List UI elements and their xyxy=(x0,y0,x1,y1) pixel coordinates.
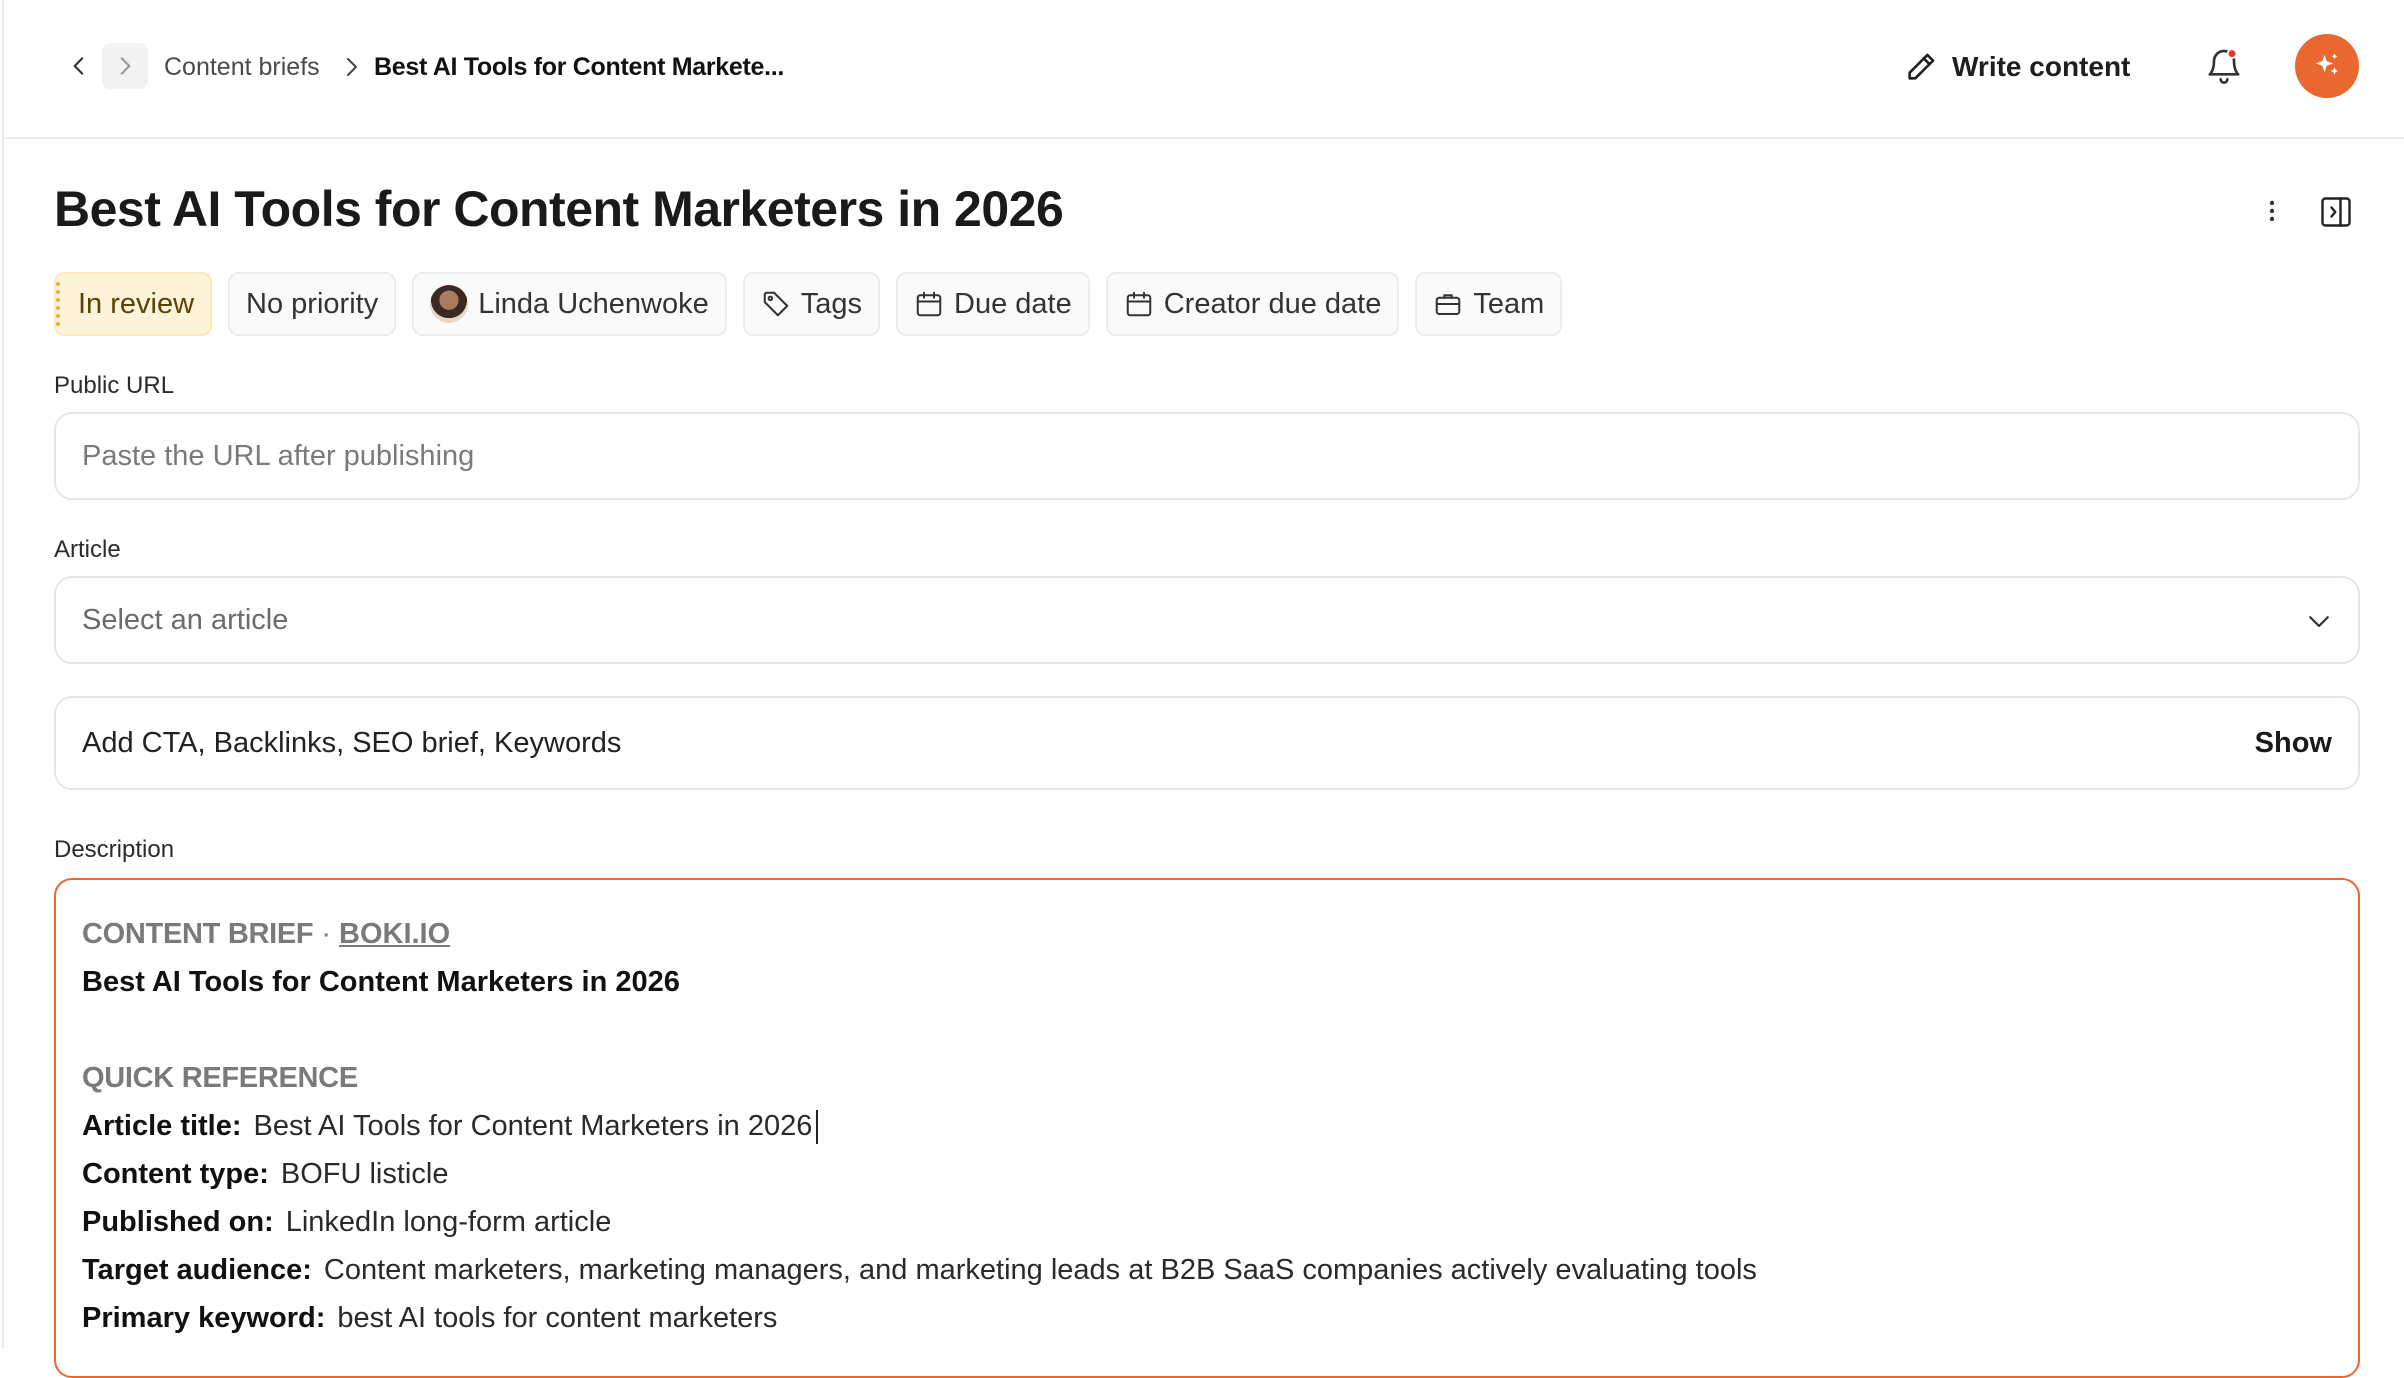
public-url-field[interactable] xyxy=(54,412,2360,500)
public-url-label: Public URL xyxy=(54,372,175,399)
forward-button[interactable] xyxy=(102,43,148,89)
tags-label: Tags xyxy=(800,287,863,320)
field-value: LinkedIn long-form article xyxy=(285,1206,612,1238)
sparkle-icon xyxy=(2315,53,2339,75)
field-primary-keyword: Primary keyword: best AI tools for conten… xyxy=(82,1294,2332,1342)
chevron-right-icon xyxy=(120,57,131,75)
status-label: In review xyxy=(78,287,195,320)
app-window: Content briefs Best AI Tools for Content… xyxy=(2,0,2404,1378)
status-chip[interactable]: In review xyxy=(54,272,213,336)
article-select[interactable]: Select an article xyxy=(54,576,2360,664)
creator-due-date-label: Creator due date xyxy=(1163,287,1382,320)
pencil-icon xyxy=(1908,53,1935,80)
avatar xyxy=(430,285,469,323)
field-value: Content marketers, marketing managers, a… xyxy=(323,1254,1757,1286)
brief-properties: In review No priority Linda Uchenwoke Ta… xyxy=(54,272,1563,336)
field-key: Published on: xyxy=(82,1206,274,1238)
kebab-icon[interactable] xyxy=(2262,196,2282,226)
kicker-separator: · xyxy=(321,918,331,950)
briefcase-icon xyxy=(1436,294,1461,315)
field-article-title: Article title: Best AI Tools for Content … xyxy=(82,1102,2332,1150)
field-key: Target audience: xyxy=(82,1254,312,1286)
field-content-type: Content type: BOFU listicle xyxy=(82,1150,2332,1198)
section-heading: QUICK REFERENCE xyxy=(82,1062,358,1094)
breadcrumb-separator-icon xyxy=(347,58,357,76)
priority-label: No priority xyxy=(246,287,379,320)
field-key: Article title: xyxy=(82,1110,242,1142)
extras-show-button[interactable]: Show xyxy=(2255,727,2332,760)
breadcrumb-parent[interactable]: Content briefs xyxy=(164,50,320,84)
ai-assistant-button[interactable] xyxy=(2295,34,2359,98)
assignee-name: Linda Uchenwoke xyxy=(478,287,709,320)
chevron-down-icon xyxy=(2309,616,2329,628)
tag-icon xyxy=(763,291,788,317)
panel-toggle-icon[interactable] xyxy=(2318,194,2354,230)
top-bar: Content briefs Best AI Tools for Content… xyxy=(4,0,2404,139)
write-content-button[interactable]: Write content xyxy=(1904,40,2130,94)
team-label: Team xyxy=(1473,287,1545,320)
field-key: Primary keyword: xyxy=(82,1302,326,1334)
brief-kicker: CONTENT BRIEF · BOKI.IO xyxy=(82,910,2332,958)
creator-due-date-chip[interactable]: Creator due date xyxy=(1105,272,1400,336)
field-published-on: Published on: LinkedIn long-form article xyxy=(82,1198,2332,1246)
bell-icon[interactable] xyxy=(2204,46,2244,86)
field-key: Content type: xyxy=(82,1158,269,1190)
text-cursor xyxy=(816,1110,819,1145)
write-content-label: Write content xyxy=(1952,51,2131,82)
page-title: Best AI Tools for Content Marketers in 2… xyxy=(54,181,1064,237)
breadcrumb-current: Best AI Tools for Content Markete... xyxy=(374,53,785,81)
brief-heading: Best AI Tools for Content Marketers in 2… xyxy=(82,966,680,998)
team-chip[interactable]: Team xyxy=(1415,272,1563,336)
field-value: BOFU listicle xyxy=(280,1158,449,1190)
chevron-left-icon xyxy=(73,57,84,75)
field-target-audience: Target audience: Content marketers, marke… xyxy=(82,1246,2332,1294)
kicker-link[interactable]: BOKI.IO xyxy=(339,918,450,950)
due-date-label: Due date xyxy=(954,287,1072,320)
field-value: Best AI Tools for Content Marketers in 2… xyxy=(253,1110,813,1142)
public-url-input[interactable] xyxy=(82,439,2332,473)
extras-label: Add CTA, Backlinks, SEO brief, Keywords xyxy=(82,726,622,759)
assignee-chip[interactable]: Linda Uchenwoke xyxy=(412,272,727,336)
calendar-icon xyxy=(916,291,942,317)
description-editor[interactable]: CONTENT BRIEF · BOKI.IO Best AI Tools for … xyxy=(54,878,2360,1378)
description-label: Description xyxy=(54,836,175,863)
tags-chip[interactable]: Tags xyxy=(742,272,881,336)
back-button[interactable] xyxy=(56,43,102,89)
due-date-chip[interactable]: Due date xyxy=(896,272,1090,336)
priority-chip[interactable]: No priority xyxy=(228,272,397,336)
field-value: best AI tools for content marketers xyxy=(337,1302,778,1334)
article-label: Article xyxy=(54,536,121,563)
kicker-text: CONTENT BRIEF xyxy=(82,918,314,950)
article-select-value: Select an article xyxy=(82,603,289,636)
calendar-icon xyxy=(1126,291,1151,317)
extras-row[interactable]: Add CTA, Backlinks, SEO brief, Keywords … xyxy=(54,696,2360,790)
